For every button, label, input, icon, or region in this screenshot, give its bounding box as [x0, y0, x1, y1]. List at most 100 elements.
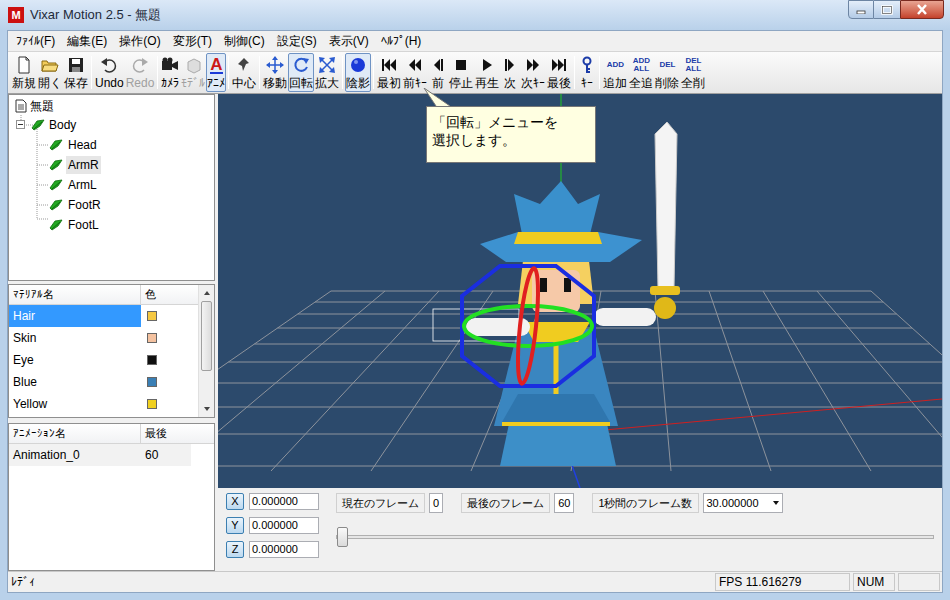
tree-item[interactable]: Body: [31, 116, 77, 134]
expand-toggle[interactable]: [16, 120, 25, 129]
tree-item[interactable]: FootR: [49, 196, 103, 214]
control-panel: X0.000000Y0.000000Z0.000000 現在のフレーム0最後のフ…: [218, 488, 942, 571]
toolbar-button[interactable]: 次ｷｰ: [520, 53, 546, 92]
tooltip-line: 「回転」メニューを: [432, 113, 590, 131]
toolbar-button[interactable]: 前ｷｰ: [402, 53, 428, 92]
minimize-button[interactable]: [848, 0, 874, 19]
viewport[interactable]: 「回転」メニューを選択します。: [218, 94, 942, 488]
toolbar-button[interactable]: ｶﾒﾗ: [160, 53, 180, 92]
color-swatch[interactable]: [147, 399, 157, 409]
toolbar-icon: [41, 56, 59, 74]
animation-row[interactable]: Animation_060: [9, 444, 214, 466]
axis-button[interactable]: Y: [226, 517, 244, 534]
toolbar-button[interactable]: ﾓﾃﾞﾙ: [180, 53, 206, 92]
toolbar-button[interactable]: DEL ALL全削: [680, 53, 706, 92]
toolbar-button[interactable]: 中心: [231, 53, 257, 92]
tree-root[interactable]: 無題: [15, 97, 54, 115]
toolbar-icon: [349, 56, 367, 74]
tree-item[interactable]: ArmR: [49, 156, 101, 174]
toolbar-button[interactable]: Redo: [125, 53, 156, 92]
tree-item[interactable]: ArmL: [49, 176, 99, 194]
material-row[interactable]: Skin: [9, 327, 198, 349]
scroll-thumb[interactable]: [201, 301, 212, 371]
menu-item[interactable]: 編集(E): [61, 31, 113, 51]
frame-field[interactable]: 0: [429, 493, 443, 513]
toolbar-button[interactable]: 前: [428, 53, 448, 92]
color-swatch[interactable]: [147, 355, 157, 365]
material-row[interactable]: Hair: [9, 305, 198, 327]
toolbar-button[interactable]: ADD ALL全追: [628, 53, 654, 92]
window-controls: [848, 0, 944, 19]
anime-icon: A: [210, 56, 222, 74]
material-row[interactable]: Eye: [9, 349, 198, 371]
key-edit-icon: ADD: [603, 56, 627, 74]
toolbar-button[interactable]: Undo: [94, 53, 125, 92]
tree-item[interactable]: FootL: [49, 216, 101, 234]
axis-button[interactable]: Z: [226, 541, 244, 558]
color-swatch[interactable]: [147, 333, 157, 343]
table-header: ﾏﾃﾘｱﾙ名色: [9, 285, 198, 305]
num-panel: NUM: [853, 573, 895, 591]
bone-icon: [31, 119, 45, 131]
color-swatch[interactable]: [147, 311, 157, 321]
toolbar-icon: [578, 56, 596, 74]
menu-item[interactable]: ﾍﾙﾌﾟ(H): [375, 31, 428, 51]
menu-item[interactable]: 操作(O): [113, 31, 166, 51]
fps-dropdown[interactable]: 30.000000: [703, 493, 783, 513]
toolbar-button[interactable]: Aｱﾆﾒ: [206, 53, 226, 92]
close-button[interactable]: [900, 0, 944, 19]
toolbar-button[interactable]: 新規: [11, 53, 37, 92]
right-area: 「回転」メニューを選択します。 X 0.000000 Y 0.000000 Z 0.000…: [218, 94, 942, 571]
tree-lines: [9, 95, 69, 235]
toolbar-separator: [91, 56, 92, 89]
coord-field[interactable]: 0.000000: [249, 493, 319, 510]
column-header[interactable]: 最後: [141, 424, 214, 443]
column-header[interactable]: 色: [141, 285, 198, 304]
menu-item[interactable]: 制御(C): [218, 31, 271, 51]
status-text: ﾚﾃﾞｨ: [8, 573, 715, 591]
toolbar-button[interactable]: 移動: [262, 53, 288, 92]
menu-item[interactable]: 設定(S): [271, 31, 323, 51]
coord-field[interactable]: 0.000000: [249, 541, 319, 558]
maximize-button[interactable]: [874, 0, 900, 19]
toolbar-button[interactable]: 回転: [288, 53, 314, 92]
axis-button[interactable]: X: [226, 493, 244, 510]
timeline-thumb[interactable]: [337, 527, 348, 547]
toolbar-button[interactable]: 保存: [63, 53, 89, 92]
toolbar-button[interactable]: ADD追加: [602, 53, 628, 92]
fps-panel: FPS 11.616279: [715, 573, 850, 591]
material-row[interactable]: Yellow: [9, 393, 198, 415]
toolbar-icon: [501, 56, 519, 74]
toolbar-button[interactable]: 停止: [448, 53, 474, 92]
scrollbar[interactable]: [198, 285, 214, 417]
toolbar-button[interactable]: 最後: [546, 53, 572, 92]
toolbar-button[interactable]: DEL削除: [654, 53, 680, 92]
animation-list: ｱﾆﾒｰｼｮﾝ名最後Animation_060: [8, 423, 215, 571]
timeline-track[interactable]: [336, 535, 934, 539]
coord-row: X 0.000000: [226, 493, 336, 510]
toolbar-icon: [406, 56, 424, 74]
menu-item[interactable]: 変形(T): [167, 31, 218, 51]
material-row[interactable]: Blue: [9, 371, 198, 393]
menu-item[interactable]: ﾌｧｲﾙ(F): [10, 31, 61, 51]
toolbar-button[interactable]: 再生: [474, 53, 500, 92]
column-header[interactable]: ｱﾆﾒｰｼｮﾝ名: [9, 424, 141, 443]
menu-item[interactable]: 表示(V): [323, 31, 375, 51]
column-header[interactable]: ﾏﾃﾘｱﾙ名: [9, 285, 141, 304]
toolbar-button[interactable]: 陰影: [345, 53, 371, 92]
tree-item[interactable]: Head: [49, 136, 99, 154]
toolbar-button[interactable]: 拡大: [314, 53, 340, 92]
coord-row: Y 0.000000: [226, 517, 336, 534]
frame-field[interactable]: 60: [554, 493, 574, 513]
toolbar-button[interactable]: 次: [500, 53, 520, 92]
toolbar-icon: [452, 56, 470, 74]
toolbar-button[interactable]: ｷｰ: [577, 53, 597, 92]
app-window: M Vixar Motion 2.5 - 無題 ﾌｧｲﾙ(F)編集(E)操作(O…: [0, 0, 950, 600]
toolbar-icon: [15, 56, 33, 74]
toolbar-icon: [429, 56, 447, 74]
coord-field[interactable]: 0.000000: [249, 517, 319, 534]
toolbar-icon: [292, 56, 310, 74]
toolbar-button[interactable]: 最初: [376, 53, 402, 92]
color-swatch[interactable]: [147, 377, 157, 387]
toolbar-button[interactable]: 開く: [37, 53, 63, 92]
